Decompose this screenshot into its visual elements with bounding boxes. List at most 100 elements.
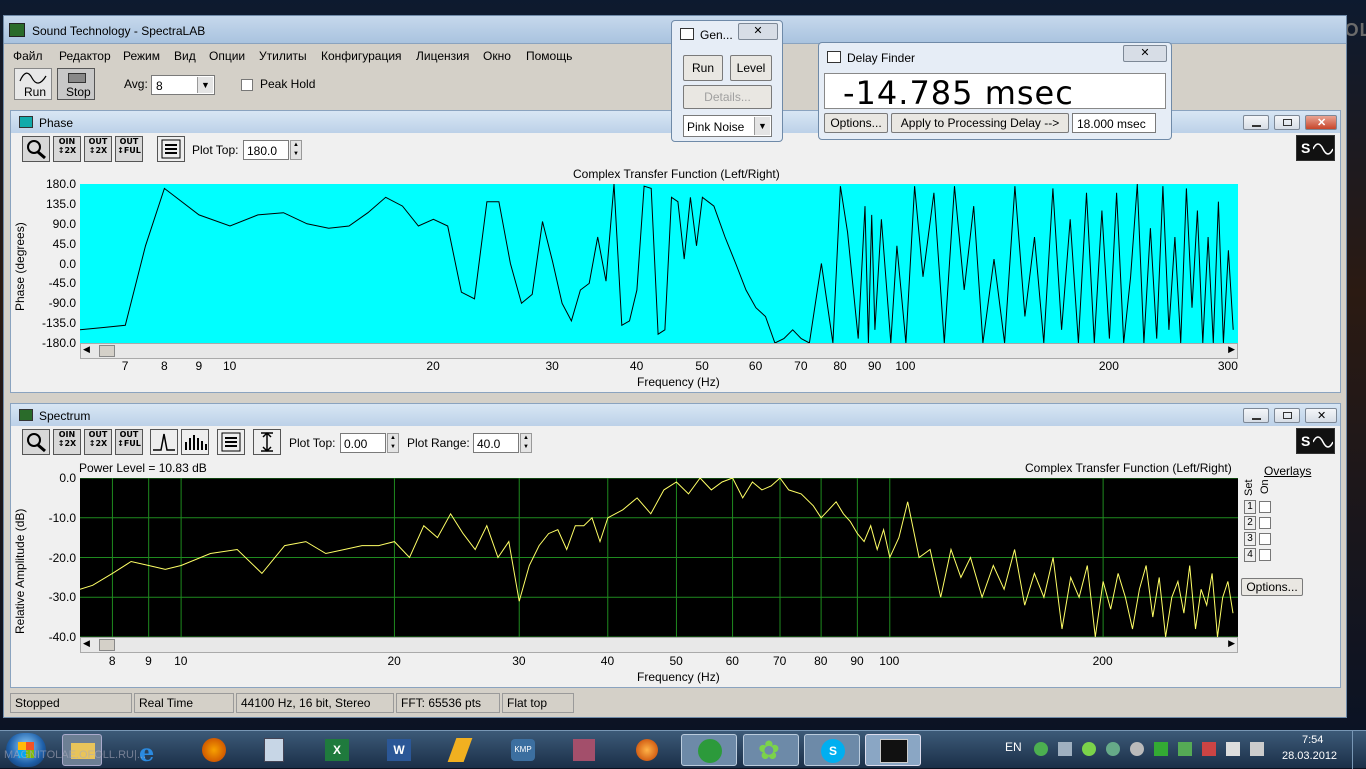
tray-volume-icon[interactable] (1250, 742, 1264, 756)
zoom-out-2x-icon[interactable]: OUT ↕2X (84, 429, 112, 455)
menu-mode[interactable]: Режим (123, 49, 160, 63)
menu-edit[interactable]: Редактор (59, 49, 111, 63)
tray-flag-icon[interactable] (1178, 742, 1192, 756)
plot-top-input[interactable]: 0.00 (340, 433, 386, 453)
overlay-on-checkbox[interactable] (1259, 517, 1271, 529)
gen-details-button[interactable]: Details... (683, 85, 772, 109)
menu-options[interactable]: Опции (209, 49, 245, 63)
peak-hold-checkbox[interactable] (241, 79, 253, 91)
processing-delay-input[interactable]: 18.000 msec (1072, 113, 1156, 133)
scroll-left-icon[interactable]: ◀ (83, 638, 90, 649)
scroll-right-icon[interactable]: ▶ (1228, 344, 1235, 355)
taskbar-app-icon[interactable] (440, 734, 480, 766)
minimize-button[interactable] (1243, 408, 1269, 423)
x-tick-label: 200 (1098, 359, 1119, 373)
apply-delay-button[interactable]: Apply to Processing Delay --> (891, 113, 1069, 133)
plot-range-input[interactable]: 40.0 (473, 433, 519, 453)
phase-plot-top-spinner[interactable]: ▲ ▼ (290, 140, 302, 160)
taskbar-media-icon[interactable] (627, 734, 667, 766)
phase-plot-top-input[interactable]: 180.0 (243, 140, 289, 160)
taskbar-firefox-icon[interactable] (194, 734, 234, 766)
minimize-button[interactable] (1243, 115, 1269, 130)
tray-info-icon[interactable] (1130, 742, 1144, 756)
line-plot-icon[interactable] (150, 429, 178, 455)
zoom-out-full-icon[interactable]: OUT ↕FUL (115, 136, 143, 162)
menu-utilities[interactable]: Утилиты (259, 49, 307, 63)
gen-level-button[interactable]: Level (730, 55, 772, 81)
run-button[interactable]: Run (14, 68, 52, 100)
tray-shield-icon[interactable] (1034, 742, 1048, 756)
show-desktop-button[interactable] (1352, 731, 1366, 769)
overlay-options-button[interactable]: Options... (1241, 578, 1303, 596)
spectrum-window: Spectrum ✕ OIN ↕2X OUT ↕2X OUT ↕FUL Plot To… (10, 403, 1341, 688)
taskbar-network-icon[interactable] (681, 734, 737, 766)
menu-view[interactable]: Вид (174, 49, 196, 63)
settings-panel-icon[interactable] (157, 136, 185, 162)
taskbar-icq-icon[interactable]: ✿ (743, 734, 799, 766)
menu-file[interactable]: Файл (13, 49, 43, 63)
language-indicator[interactable]: EN (1005, 740, 1022, 754)
bar-plot-icon[interactable] (181, 429, 209, 455)
close-button[interactable]: ✕ (1123, 45, 1167, 62)
tray-signal-icon[interactable] (1226, 742, 1240, 756)
tray-icq-icon[interactable] (1082, 742, 1096, 756)
tray-app-icon[interactable] (1058, 742, 1072, 756)
phase-hscroll[interactable]: ◀ ▶ (80, 343, 1238, 359)
chevron-down-icon[interactable]: ▼ (754, 117, 770, 135)
taskbar-word-icon[interactable]: W (379, 734, 419, 766)
delay-finder-window: Delay Finder ✕ -14.785 msec Options... A… (818, 42, 1172, 140)
tray-network-icon[interactable] (1106, 742, 1120, 756)
close-button[interactable]: ✕ (738, 23, 778, 40)
generator-title: Gen... (700, 28, 733, 42)
plot-range-spinner[interactable]: ▲ ▼ (520, 433, 532, 453)
scroll-thumb[interactable] (99, 345, 115, 357)
close-button[interactable]: ✕ (1305, 115, 1337, 130)
plot-top-spinner[interactable]: ▲ ▼ (387, 433, 399, 453)
tray-battery-icon[interactable] (1202, 742, 1216, 756)
maximize-button[interactable] (1274, 115, 1300, 130)
menu-license[interactable]: Лицензия (416, 49, 469, 63)
scroll-left-icon[interactable]: ◀ (83, 344, 90, 355)
tray-nvidia-icon[interactable] (1154, 742, 1168, 756)
vertical-scale-icon[interactable] (253, 429, 281, 455)
chevron-down-icon[interactable]: ▼ (197, 77, 213, 93)
taskbar-calculator-icon[interactable] (254, 734, 294, 766)
status-state: Stopped (10, 693, 132, 713)
overlay-set-3[interactable]: 3 (1244, 532, 1256, 546)
overlay-set-2[interactable]: 2 (1244, 516, 1256, 530)
menu-configuration[interactable]: Конфигурация (321, 49, 402, 63)
delay-finder-icon (827, 51, 841, 63)
maximize-button[interactable] (1274, 408, 1300, 423)
status-format: 44100 Hz, 16 bit, Stereo (236, 693, 394, 713)
taskbar-winrar-icon[interactable] (564, 734, 604, 766)
overlay-set-1[interactable]: 1 (1244, 500, 1256, 514)
spectrum-hscroll[interactable]: ◀ ▶ (80, 637, 1238, 653)
scroll-thumb[interactable] (99, 639, 115, 651)
clock-time[interactable]: 7:54 (1302, 734, 1323, 746)
overlay-on-checkbox[interactable] (1259, 501, 1271, 513)
close-button[interactable]: ✕ (1305, 408, 1337, 423)
y-tick-label: -180.0 (41, 336, 76, 350)
menu-window[interactable]: Окно (483, 49, 511, 63)
delay-options-button[interactable]: Options... (824, 113, 888, 133)
taskbar-skype-icon[interactable]: S (804, 734, 860, 766)
avg-select[interactable]: 8 ▼ (151, 75, 215, 95)
overlay-set-4[interactable]: 4 (1244, 548, 1256, 562)
taskbar-excel-icon[interactable]: X (317, 734, 357, 766)
gen-signal-value: Pink Noise (687, 120, 745, 134)
taskbar-spectralab-icon[interactable] (865, 734, 921, 766)
x-tick-label: 70 (773, 654, 787, 668)
overlay-on-checkbox[interactable] (1259, 533, 1271, 545)
gen-run-button[interactable]: Run (683, 55, 723, 81)
taskbar-kmplayer-icon[interactable]: KMP (503, 734, 543, 766)
clock-date[interactable]: 28.03.2012 (1282, 750, 1337, 762)
zoom-out-full-icon[interactable]: OUT ↕FUL (115, 429, 143, 455)
settings-panel-icon[interactable] (217, 429, 245, 455)
menu-help[interactable]: Помощь (526, 49, 572, 63)
stop-button[interactable]: Stop (57, 68, 95, 100)
zoom-out-2x-icon[interactable]: OUT ↕2X (84, 136, 112, 162)
peak-hold-label: Peak Hold (260, 77, 316, 91)
scroll-right-icon[interactable]: ▶ (1228, 638, 1235, 649)
overlay-on-checkbox[interactable] (1259, 549, 1271, 561)
gen-signal-select[interactable]: Pink Noise ▼ (683, 115, 772, 137)
